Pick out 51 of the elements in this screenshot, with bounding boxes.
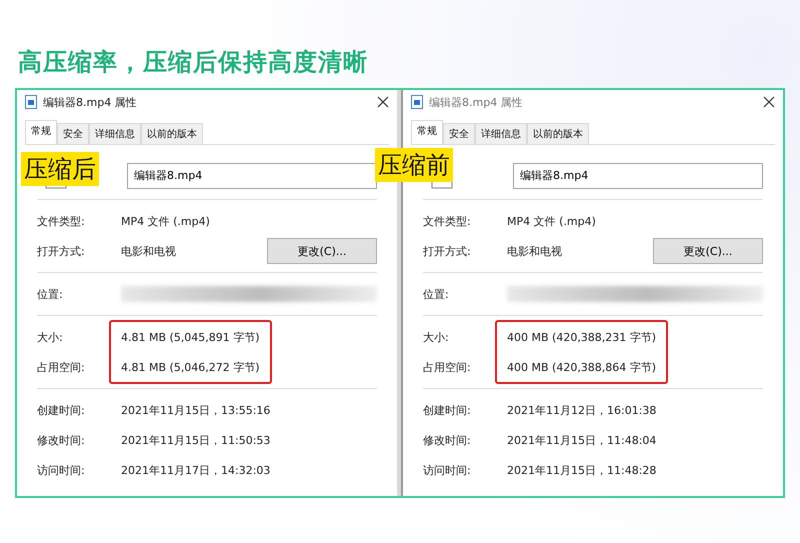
field-label: 文件类型: bbox=[37, 214, 85, 228]
field-value: 2021年11月15日，13:55:16 bbox=[121, 402, 272, 418]
video-file-icon bbox=[411, 95, 423, 109]
file-name-field[interactable]: 编辑器8.mp4 bbox=[127, 163, 377, 189]
window-title: 编辑器8.mp4 属性 bbox=[43, 94, 138, 110]
field-label: 访问时间: bbox=[37, 462, 85, 478]
field-label: 打开方式: bbox=[37, 244, 85, 258]
tab[interactable]: 详细信息 bbox=[475, 123, 527, 144]
field-label: 修改时间: bbox=[37, 432, 85, 448]
field-label: 占用空间: bbox=[423, 360, 471, 374]
video-file-icon bbox=[25, 95, 37, 109]
field-value: 2021年11月15日，11:48:04 bbox=[507, 432, 658, 448]
badge-label: 压缩前 bbox=[375, 148, 453, 182]
field-value: 4.81 MB (5,046,272 字节) bbox=[121, 360, 260, 374]
close-icon[interactable] bbox=[763, 96, 775, 108]
field-label: 打开方式: bbox=[423, 244, 471, 258]
field-label: 大小: bbox=[423, 330, 449, 344]
tab[interactable]: 以前的版本 bbox=[527, 123, 589, 144]
tab[interactable]: 详细信息 bbox=[89, 123, 141, 144]
field-value: 4.81 MB (5,045,891 字节) bbox=[121, 330, 260, 344]
field-label: 文件类型: bbox=[423, 214, 471, 228]
field-value: 2021年11月15日，11:50:53 bbox=[121, 432, 272, 448]
field-value: 400 MB (420,388,231 字节) bbox=[507, 330, 656, 344]
field-label: 访问时间: bbox=[423, 462, 471, 478]
field-value: 2021年11月15日，11:48:28 bbox=[507, 462, 658, 478]
tab[interactable]: 常规 bbox=[25, 120, 57, 144]
tab[interactable]: 常规 bbox=[411, 120, 443, 144]
field-value: 电影和电视 bbox=[507, 244, 563, 258]
field-label: 位置: bbox=[37, 286, 63, 302]
field-value: MP4 文件 (.mp4) bbox=[121, 214, 211, 228]
field-label: 修改时间: bbox=[423, 432, 471, 448]
field-value: 2021年11月17日，14:32:03 bbox=[121, 462, 272, 478]
field-value: 2021年11月12日，16:01:38 bbox=[507, 402, 658, 418]
window-title: 编辑器8.mp4 属性 bbox=[429, 94, 524, 110]
change-button[interactable]: 更改(C)... bbox=[653, 238, 763, 264]
field-label: 大小: bbox=[37, 330, 63, 344]
field-label: 创建时间: bbox=[423, 402, 471, 418]
field-value: 电影和电视 bbox=[121, 244, 177, 258]
close-icon[interactable] bbox=[377, 96, 389, 108]
field-label: 创建时间: bbox=[37, 402, 85, 418]
field-label: 占用空间: bbox=[37, 360, 85, 374]
tab[interactable]: 安全 bbox=[57, 123, 89, 144]
field-label: 位置: bbox=[423, 286, 449, 302]
headline: 高压缩率，压缩后保持高度清晰 bbox=[18, 47, 368, 78]
file-name-field[interactable]: 编辑器8.mp4 bbox=[513, 163, 763, 189]
tab[interactable]: 安全 bbox=[443, 123, 475, 144]
badge-label: 压缩后 bbox=[21, 152, 99, 186]
tab[interactable]: 以前的版本 bbox=[141, 123, 203, 144]
field-value: 400 MB (420,388,864 字节) bbox=[507, 360, 656, 374]
change-button[interactable]: 更改(C)... bbox=[267, 238, 377, 264]
field-value: MP4 文件 (.mp4) bbox=[507, 214, 597, 228]
